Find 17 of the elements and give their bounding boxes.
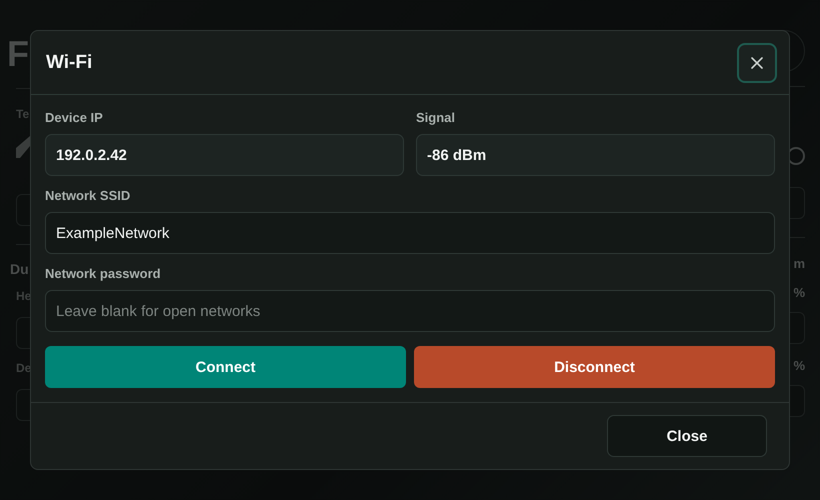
field-label: Signal	[416, 110, 456, 125]
input-field[interactable]: ExampleNetwork	[45, 212, 775, 254]
close-button[interactable]: Close	[607, 415, 767, 457]
field-label: Network SSID	[45, 188, 132, 203]
close-button[interactable]	[737, 42, 777, 82]
percent-text: %	[793, 285, 805, 300]
field-label: Device IP	[45, 110, 104, 125]
readonly-field[interactable]: 192.0.2.42	[45, 134, 404, 176]
percent-text: %	[793, 358, 805, 373]
unit-text: m	[793, 256, 805, 271]
dialog-title: Wi-Fi	[46, 52, 92, 74]
disconnect-button[interactable]: Disconnect	[414, 346, 775, 388]
connect-button[interactable]: Connect	[45, 346, 406, 388]
readonly-field[interactable]: -86 dBm	[416, 134, 775, 176]
field-label: Network password	[45, 266, 162, 281]
close-icon	[750, 56, 764, 70]
input-field[interactable]: Leave blank for open networks	[45, 290, 775, 332]
